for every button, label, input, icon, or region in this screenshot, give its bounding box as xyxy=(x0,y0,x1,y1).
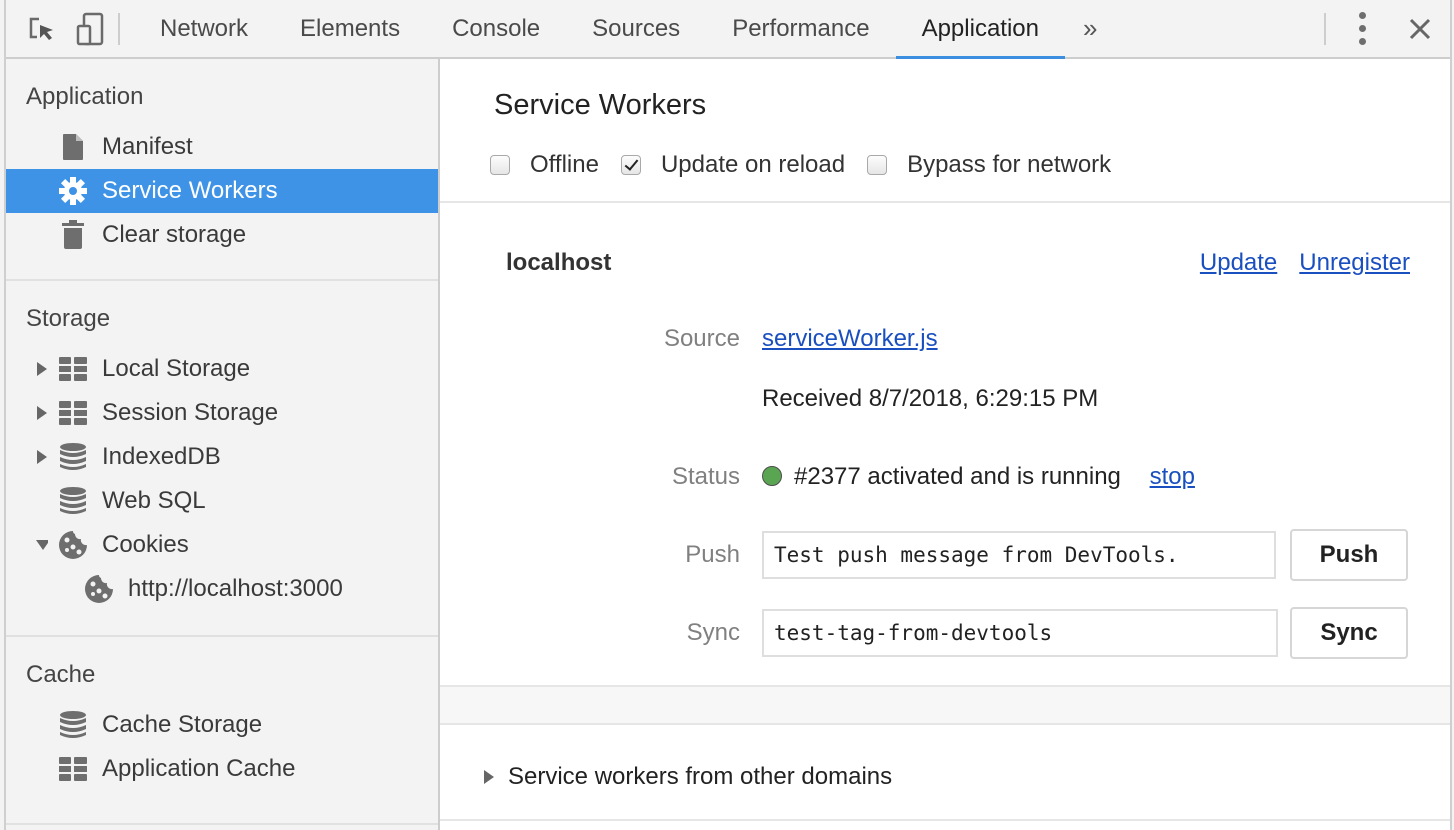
registration-actions: Update Unregister xyxy=(1200,249,1410,277)
sidebar-section-cache: Cache Cache Storage Application Cache xyxy=(6,637,438,825)
push-input[interactable]: Test push message from DevTools. xyxy=(762,531,1276,579)
push-button[interactable]: Push xyxy=(1290,529,1408,581)
sync-input[interactable]: test-tag-from-devtools xyxy=(762,609,1278,657)
devtools-toolbar: Network Elements Console Sources Perform… xyxy=(6,0,1450,59)
sidebar-item-label: http://localhost:3000 xyxy=(128,575,343,602)
sidebar-section-title: Storage xyxy=(26,305,111,332)
cookie-icon xyxy=(58,530,88,560)
tab-elements[interactable]: Elements xyxy=(274,0,426,57)
sidebar-item-clear-storage[interactable]: Clear storage xyxy=(6,213,438,257)
sidebar-item-cookies[interactable]: Cookies xyxy=(6,523,438,567)
sidebar-item-label: IndexedDB xyxy=(102,443,221,470)
sidebar-item-label: Cookies xyxy=(102,531,189,558)
sidebar-item-cookie-origin[interactable]: http://localhost:3000 xyxy=(6,567,438,611)
sidebar-item-service-workers[interactable]: Service Workers xyxy=(6,169,438,213)
source-label: Source xyxy=(663,325,740,352)
tab-application[interactable]: Application xyxy=(895,0,1066,59)
update-on-reload-label[interactable]: Update on reload xyxy=(661,151,845,179)
sidebar-section-application: Application Manifest Service Workers Cle… xyxy=(6,59,438,281)
sidebar-item-manifest[interactable]: Manifest xyxy=(6,125,438,169)
options-row: Offline Update on reload Bypass for netw… xyxy=(490,151,1133,179)
bypass-for-network-label[interactable]: Bypass for network xyxy=(907,151,1111,179)
more-options-icon[interactable] xyxy=(1350,9,1374,49)
sidebar-section-storage: Storage Local Storage Session Storage In… xyxy=(6,281,438,637)
received-text: Received 8/7/2018, 6:29:15 PM xyxy=(762,385,1099,412)
cookie-icon xyxy=(84,574,114,604)
sidebar-item-label: Application Cache xyxy=(102,755,296,782)
tab-network[interactable]: Network xyxy=(134,0,274,57)
toolbar-right xyxy=(1324,0,1450,57)
sidebar-item-label: Web SQL xyxy=(102,487,206,514)
sidebar-item-cache-storage[interactable]: Cache Storage xyxy=(6,703,438,747)
other-domains-label: Service workers from other domains xyxy=(508,763,893,790)
update-link[interactable]: Update xyxy=(1200,249,1277,277)
database-icon xyxy=(58,710,88,740)
sidebar-section-title: Application xyxy=(26,83,144,110)
sidebar-item-label: Service Workers xyxy=(102,177,278,204)
sidebar-item-label: Session Storage xyxy=(102,399,279,426)
sidebar-item-label: Cache Storage xyxy=(102,711,263,738)
database-icon xyxy=(58,486,88,516)
expand-arrow-icon[interactable] xyxy=(36,362,48,376)
more-tabs-icon[interactable]: » xyxy=(1065,13,1115,44)
sidebar-section-title: Cache xyxy=(26,661,96,688)
registration-card: localhost Update Unregister Source servi… xyxy=(440,203,1450,687)
database-icon xyxy=(58,442,88,472)
status-value: #2377 activated and is running stop xyxy=(762,463,1195,491)
trash-icon xyxy=(58,220,88,250)
sidebar-item-local-storage[interactable]: Local Storage xyxy=(6,347,438,391)
sidebar: Application Manifest Service Workers Cle… xyxy=(6,59,440,830)
status-label: Status xyxy=(671,463,740,490)
source-link[interactable]: serviceWorker.js xyxy=(762,325,938,352)
sync-button[interactable]: Sync xyxy=(1290,607,1408,659)
page-title: Service Workers xyxy=(494,89,707,121)
sidebar-item-label: Local Storage xyxy=(102,355,251,382)
device-toolbar-icon[interactable] xyxy=(72,9,108,49)
collapse-arrow-icon[interactable] xyxy=(36,538,48,552)
sidebar-item-session-storage[interactable]: Session Storage xyxy=(6,391,438,435)
other-domains-toggle[interactable]: Service workers from other domains xyxy=(484,763,892,791)
sidebar-item-application-cache[interactable]: Application Cache xyxy=(6,747,438,791)
bypass-for-network-checkbox[interactable] xyxy=(867,155,888,175)
other-domains-section: Service workers from other domains xyxy=(440,725,1450,821)
grid-icon xyxy=(58,754,88,784)
expand-arrow-icon xyxy=(484,770,494,784)
service-workers-panel: Service Workers Offline Update on reload… xyxy=(440,59,1450,830)
sidebar-item-indexeddb[interactable]: IndexedDB xyxy=(6,435,438,479)
document-icon xyxy=(58,132,88,162)
offline-label[interactable]: Offline xyxy=(530,151,599,179)
tab-sources[interactable]: Sources xyxy=(566,0,706,57)
gear-icon xyxy=(58,176,88,206)
push-label: Push xyxy=(685,541,740,568)
source-value: serviceWorker.js xyxy=(762,325,938,353)
tab-console[interactable]: Console xyxy=(426,0,566,57)
status-text: #2377 activated and is running xyxy=(794,463,1121,490)
unregister-link[interactable]: Unregister xyxy=(1299,249,1410,277)
inspect-element-icon[interactable] xyxy=(24,9,60,49)
sync-label: Sync xyxy=(686,619,740,646)
sidebar-item-web-sql[interactable]: Web SQL xyxy=(6,479,438,523)
toolbar-divider xyxy=(1324,12,1326,45)
origin-title: localhost xyxy=(506,249,612,276)
update-on-reload-checkbox[interactable] xyxy=(620,155,641,175)
devtools-window: Network Elements Console Sources Perform… xyxy=(4,0,1452,830)
offline-checkbox[interactable] xyxy=(490,155,510,175)
tab-performance[interactable]: Performance xyxy=(706,0,895,57)
section-spacer xyxy=(440,687,1450,725)
sidebar-item-label: Manifest xyxy=(102,133,193,160)
stop-link[interactable]: stop xyxy=(1150,463,1195,490)
grid-icon xyxy=(58,354,88,384)
expand-arrow-icon[interactable] xyxy=(36,450,48,464)
expand-arrow-icon[interactable] xyxy=(36,406,48,420)
panel-header: Service Workers Offline Update on reload… xyxy=(440,59,1450,203)
status-indicator-icon xyxy=(762,466,782,486)
sidebar-item-label: Clear storage xyxy=(102,221,247,248)
close-icon[interactable] xyxy=(1400,9,1440,49)
grid-icon xyxy=(58,398,88,428)
toolbar-divider xyxy=(118,12,120,45)
